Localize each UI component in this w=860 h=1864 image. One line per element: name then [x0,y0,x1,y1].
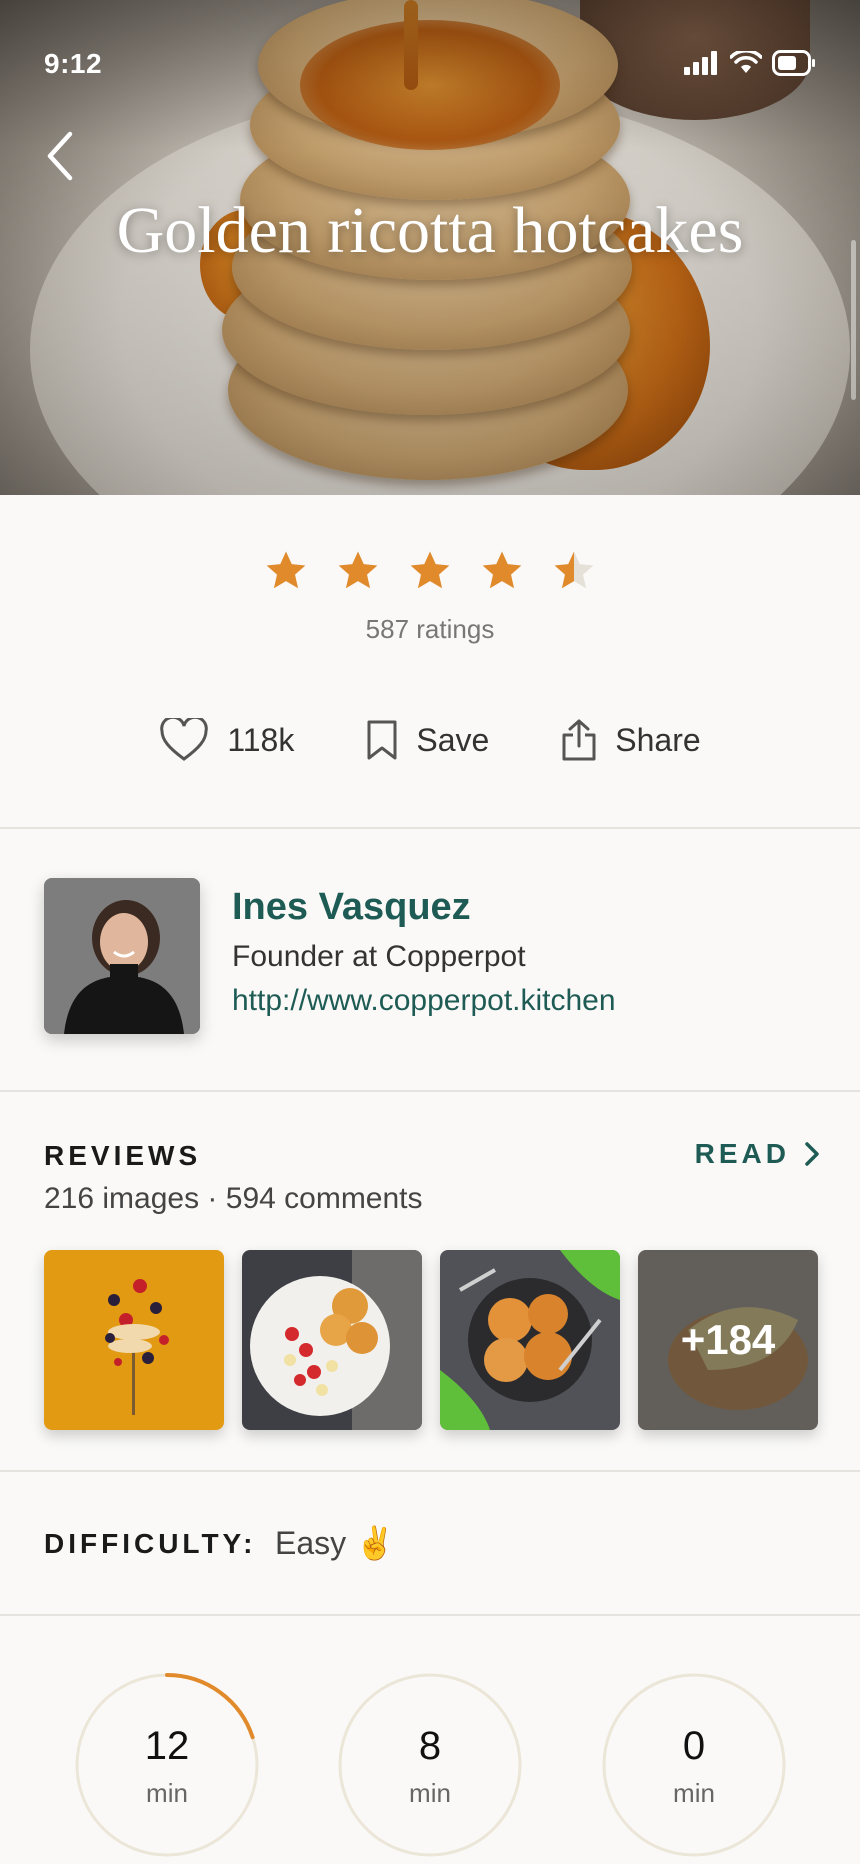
difficulty-value: Easy ✌️ [275,1525,395,1561]
timer-2[interactable]: 8 min [335,1670,525,1860]
share-button[interactable]: Share [561,718,701,762]
status-time: 9:12 [44,48,103,79]
timer-unit: min [673,1778,715,1808]
author-avatar[interactable] [44,878,200,1034]
review-images: +184 [44,1250,818,1430]
signal-icon [684,51,717,75]
ratings-count: 587 ratings [365,614,495,644]
difficulty-heading: DIFFICULTY: [44,1528,257,1559]
star-icon [482,551,522,589]
star-rating[interactable] [0,548,860,594]
review-image[interactable] [242,1250,422,1430]
review-image[interactable] [440,1250,620,1430]
heart-icon [160,718,209,761]
share-label: Share [615,721,701,758]
battery-icon [772,50,815,76]
reviews-heading: REVIEWS [44,1140,202,1171]
recipe-title: Golden ricotta hotcakes [116,194,744,267]
status-icons [684,50,816,76]
likes-count: 118k [227,721,295,758]
star-icon [410,551,450,589]
timer-value: 0 [682,1724,706,1768]
review-image-more[interactable]: +184 [638,1250,818,1430]
star-icon [338,551,378,589]
person-photo [44,878,200,1034]
rating-block: 587 ratings [0,548,860,645]
timer-unit: min [146,1778,188,1808]
save-label: Save [416,721,490,758]
timer-value: 8 [418,1724,442,1768]
reviews-summary: 216 images · 594 comments [44,1182,423,1215]
chevron-left-icon [47,131,73,181]
divider [0,1614,860,1616]
half-star-icon [554,551,594,589]
divider [0,1470,860,1472]
timer-3[interactable]: 0 min [599,1670,789,1860]
wifi-icon [730,51,762,73]
save-button[interactable]: Save [366,718,489,762]
timer-value: 12 [144,1724,190,1768]
read-label: READ [694,1138,790,1169]
read-reviews-link[interactable]: READ [695,1138,820,1170]
back-button[interactable] [40,126,80,186]
share-icon [562,719,596,761]
chevron-right-icon [805,1142,819,1166]
author-name[interactable]: Ines Vasquez [232,886,471,929]
author-role: Founder at Copperpot [232,940,526,973]
author-website-link[interactable]: http://www.copperpot.kitchen [232,984,616,1018]
star-icon [266,551,306,589]
more-images-count: +184 [638,1250,818,1430]
timers: 12 min 8 min 0 min [0,1670,860,1860]
divider [0,1090,860,1092]
action-bar: 118k Save Share [0,718,860,762]
timer-1[interactable]: 12 min [72,1670,262,1860]
divider [0,827,860,829]
bookmark-icon [367,720,397,760]
like-button[interactable]: 118k [159,718,294,762]
timer-unit: min [409,1778,451,1808]
review-image[interactable] [44,1250,224,1430]
